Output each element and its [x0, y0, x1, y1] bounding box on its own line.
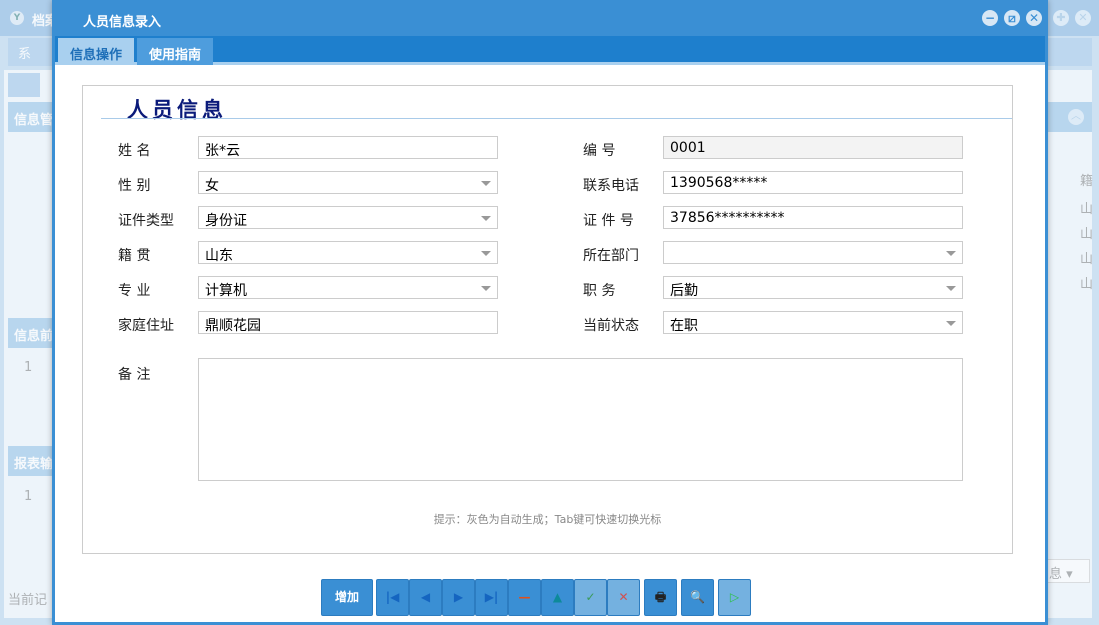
tab-user-guide[interactable]: 使用指南 [137, 38, 213, 65]
bg-panel-head: 报表输 [8, 446, 52, 476]
app-logo-icon: Y [10, 11, 24, 25]
bg-select[interactable]: 息 ▾ [1046, 559, 1090, 583]
last-record-button[interactable]: ▶| [475, 579, 508, 616]
field-label: 当前状态 [583, 315, 639, 335]
tab-bar: 信息操作 使用指南 [55, 36, 1045, 65]
dropdown-arrow-icon[interactable] [481, 216, 491, 221]
bg-panel-head-right: ︿ [1046, 102, 1092, 132]
field-label: 籍 贯 [118, 245, 150, 265]
field-value: 张*云 [205, 143, 240, 159]
text-field[interactable]: 鼎顺花园 [198, 311, 498, 334]
confirm-button[interactable]: ✓ [574, 579, 607, 616]
field-value: 山东 [205, 248, 233, 264]
field-value: 计算机 [205, 283, 247, 299]
text-field[interactable]: 37856********** [663, 206, 963, 229]
field-value: 37856********** [670, 210, 785, 226]
field-label: 性 别 [118, 175, 150, 195]
bg-close-icon[interactable]: ✕ [1075, 10, 1091, 26]
select-field[interactable]: 女 [198, 171, 498, 194]
bg-cell: 山 [1080, 248, 1093, 267]
run-button[interactable]: ▷ [718, 579, 751, 616]
text-field: 0001 [663, 136, 963, 159]
heading-divider [101, 118, 1012, 119]
select-field[interactable]: 在职 [663, 311, 963, 334]
dropdown-arrow-icon[interactable] [481, 286, 491, 291]
bg-column-header: 籍 [1080, 170, 1093, 189]
field-value: 身份证 [205, 213, 247, 229]
bg-cell: 山 [1080, 198, 1093, 217]
next-record-button[interactable]: ▶ [442, 579, 475, 616]
move-up-button[interactable]: ▲ [541, 579, 574, 616]
bg-cell: 山 [1080, 273, 1093, 292]
field-label: 证件类型 [118, 210, 174, 230]
dropdown-arrow-icon[interactable] [946, 251, 956, 256]
field-value: 在职 [670, 318, 698, 334]
tab-info-operation[interactable]: 信息操作 [58, 38, 134, 65]
cancel-button[interactable]: ✕ [607, 579, 640, 616]
bg-panel-head: 信息管 [8, 102, 52, 132]
field-label: 编 号 [583, 140, 615, 160]
delete-button[interactable]: — [508, 579, 541, 616]
field-label: 联系电话 [583, 175, 639, 195]
dropdown-arrow-icon[interactable] [946, 321, 956, 326]
field-label: 职 务 [583, 280, 615, 300]
prev-record-button[interactable]: ◀ [409, 579, 442, 616]
hint-text: 提示：灰色为自动生成；Tab键可快速切换光标 [83, 511, 1012, 527]
select-field[interactable]: 计算机 [198, 276, 498, 299]
first-record-button[interactable]: |◀ [376, 579, 409, 616]
bg-rownum: 1 [24, 360, 32, 375]
close-icon[interactable]: ✕ [1026, 10, 1042, 26]
bg-cell: 山 [1080, 223, 1093, 242]
field-label: 家庭住址 [118, 315, 174, 335]
form-heading: 人员信息 [127, 94, 227, 124]
person-entry-dialog: 人员信息录入 − ⧄ ✕ 信息操作 使用指南 人员信息 姓 名 张*云性 别 女证件… [52, 0, 1048, 625]
field-value: 女 [205, 178, 219, 194]
dropdown-arrow-icon[interactable] [481, 181, 491, 186]
bg-menu-item[interactable]: 系 [18, 43, 31, 62]
dialog-titlebar[interactable]: 人员信息录入 [55, 0, 1045, 36]
dropdown-arrow-icon[interactable] [946, 286, 956, 291]
select-field[interactable] [663, 241, 963, 264]
select-field[interactable]: 后勤 [663, 276, 963, 299]
text-field[interactable]: 张*云 [198, 136, 498, 159]
field-value: 0001 [670, 140, 706, 156]
dialog-title: 人员信息录入 [83, 15, 161, 30]
field-label: 姓 名 [118, 140, 150, 160]
bg-maximize-icon[interactable]: ✚ [1053, 10, 1069, 26]
field-label: 证 件 号 [583, 210, 634, 230]
field-value: 1390568***** [670, 175, 767, 191]
bg-select-value: 息 [1049, 567, 1062, 582]
field-label: 所在部门 [583, 245, 639, 265]
field-value: 鼎顺花园 [205, 318, 261, 334]
print-preview-button[interactable]: 🔍 [681, 579, 714, 616]
field-label: 专 业 [118, 280, 150, 300]
notes-textarea[interactable] [198, 358, 963, 481]
notes-label: 备 注 [118, 364, 150, 384]
text-field[interactable]: 1390568***** [663, 171, 963, 194]
bg-status: 当前记 [8, 589, 47, 608]
dropdown-arrow-icon[interactable] [481, 251, 491, 256]
select-field[interactable]: 身份证 [198, 206, 498, 229]
collapse-icon[interactable]: ︿ [1068, 109, 1084, 125]
add-button[interactable]: 增加 [321, 579, 373, 616]
print-button[interactable]: 🖶 [644, 579, 677, 616]
restore-icon[interactable]: ⧄ [1004, 10, 1020, 26]
bg-search-icon[interactable] [8, 73, 40, 97]
minimize-icon[interactable]: − [982, 10, 998, 26]
select-field[interactable]: 山东 [198, 241, 498, 264]
field-value: 后勤 [670, 283, 698, 299]
person-info-form: 人员信息 姓 名 张*云性 别 女证件类型 身份证籍 贯 山东专 业 计算机家庭住址 鼎顺花… [82, 85, 1013, 554]
bg-rownum: 1 [24, 489, 32, 504]
bg-panel-head: 信息前 [8, 318, 52, 348]
